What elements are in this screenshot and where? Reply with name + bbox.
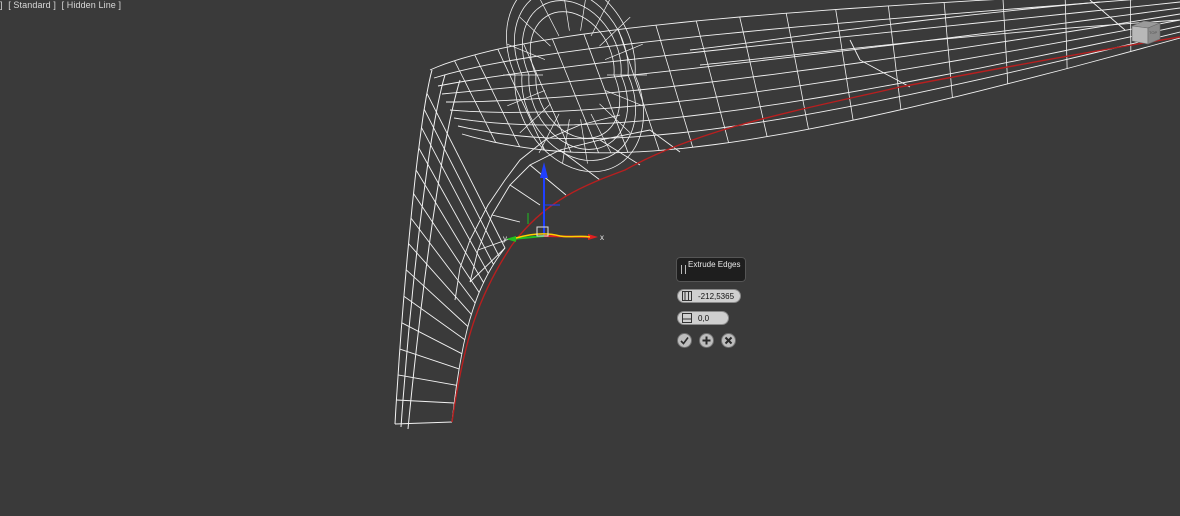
mesh-edge	[408, 243, 472, 315]
extrude-height-field[interactable]: -212,5365	[677, 289, 741, 303]
mesh-edge	[421, 127, 494, 265]
mesh-row	[689, 1, 1101, 51]
mesh-edge	[580, 119, 588, 164]
mesh-edge	[396, 399, 455, 404]
x-icon	[724, 336, 733, 345]
mesh-edge	[538, 113, 560, 154]
viewcube[interactable]: TOP	[1130, 18, 1162, 46]
plus-icon	[702, 336, 711, 345]
mesh-edge	[580, 0, 586, 31]
mesh-edge	[394, 421, 453, 425]
mesh-edge	[888, 5, 902, 110]
gizmo-y-arrow[interactable]	[506, 236, 516, 242]
mesh-edge	[507, 43, 546, 60]
mesh-row	[457, 31, 1180, 140]
mesh-edge	[509, 184, 541, 206]
mesh-edge	[583, 33, 629, 153]
mesh-edge	[399, 348, 460, 370]
extrude-width-field[interactable]: 0,0	[677, 311, 729, 325]
mesh-edge	[401, 322, 463, 355]
mesh-edge	[599, 103, 631, 134]
mesh-edge	[403, 295, 465, 340]
mesh-rail	[407, 79, 461, 430]
mesh-edge	[410, 217, 476, 304]
mesh-edge	[1064, 0, 1068, 69]
mesh-edge	[397, 374, 457, 386]
mesh-edge	[835, 9, 854, 121]
mesh-edge	[529, 164, 567, 196]
gizmo-y-label: y	[503, 234, 507, 243]
extrude-width-value[interactable]: 0,0	[698, 313, 709, 324]
extrude-height-icon	[682, 291, 692, 301]
mesh-edge	[497, 49, 546, 151]
mesh-edge	[426, 93, 506, 249]
viewcube-face-label: TOP	[1149, 30, 1157, 35]
mesh-row	[446, 13, 1180, 103]
mesh-edge	[491, 214, 521, 223]
check-icon	[680, 337, 689, 345]
caddy-title-bar[interactable]: Extrude Edges	[676, 257, 746, 282]
wireframe-mesh[interactable]	[394, 0, 1180, 430]
caddy-title: Extrude Edges	[688, 260, 741, 269]
selected-edge-loop[interactable]	[451, 36, 1180, 423]
gizmo-x-label: x	[600, 233, 604, 242]
extrude-base-width-icon	[682, 313, 692, 323]
caddy-ok-button[interactable]	[677, 333, 692, 348]
viewport[interactable]: ] [ Standard ] [ Hidden Line ] x y TOP E…	[0, 0, 1180, 516]
viewcube-front-face[interactable]	[1131, 25, 1149, 45]
mesh-edge	[695, 20, 729, 143]
caddy-drag-handle-icon[interactable]	[681, 265, 686, 274]
mesh-edge	[423, 109, 500, 257]
transform-gizmo[interactable]: x y	[503, 162, 604, 243]
mesh-edge	[655, 25, 694, 148]
caddy-apply-and-continue-button[interactable]	[699, 333, 714, 348]
mesh-edge	[564, 0, 570, 31]
mesh-edge	[523, 43, 572, 153]
extrude-height-value[interactable]: -212,5365	[698, 291, 734, 302]
gizmo-z-arrow[interactable]	[540, 162, 548, 178]
wireframe-scene[interactable]: x y	[0, 0, 1180, 516]
mesh-edge	[859, 59, 911, 88]
mesh-edge	[604, 90, 643, 107]
mesh-row	[453, 25, 1180, 126]
mesh-row	[441, 7, 1180, 95]
caddy-cancel-button[interactable]	[721, 333, 736, 348]
